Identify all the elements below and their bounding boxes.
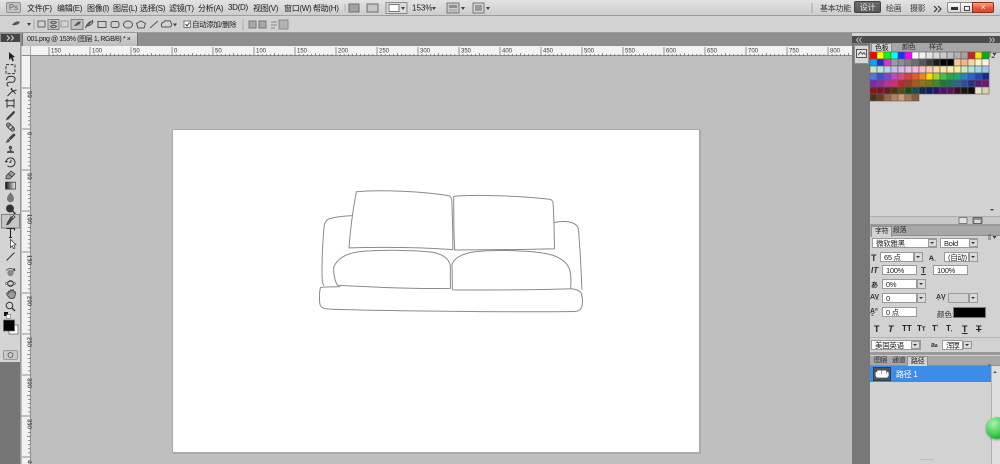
svg-text:550: 550: [625, 49, 636, 55]
svg-text:350: 350: [461, 49, 472, 55]
svg-text:400: 400: [26, 460, 32, 464]
svg-text:200: 200: [26, 296, 32, 307]
svg-text:450: 450: [543, 49, 554, 55]
svg-text:100: 100: [26, 214, 32, 225]
svg-text:250: 250: [26, 337, 32, 348]
svg-text:800: 800: [830, 49, 841, 55]
svg-text:0: 0: [26, 132, 32, 136]
svg-text:300: 300: [26, 378, 32, 389]
svg-text:750: 750: [789, 49, 800, 55]
svg-text:50: 50: [133, 49, 140, 55]
svg-text:350: 350: [26, 419, 32, 430]
svg-text:300: 300: [420, 49, 431, 55]
svg-text:0: 0: [174, 49, 178, 55]
svg-text:650: 650: [707, 49, 718, 55]
svg-text:100: 100: [256, 49, 267, 55]
svg-text:100: 100: [92, 49, 103, 55]
svg-text:150: 150: [51, 49, 62, 55]
svg-text:150: 150: [297, 49, 308, 55]
svg-text:700: 700: [748, 49, 759, 55]
svg-text:250: 250: [379, 49, 390, 55]
svg-text:400: 400: [502, 49, 513, 55]
svg-text:600: 600: [666, 49, 677, 55]
svg-text:50: 50: [26, 173, 32, 180]
svg-text:500: 500: [584, 49, 595, 55]
svg-text:150: 150: [26, 255, 32, 266]
svg-text:200: 200: [338, 49, 349, 55]
svg-text:50: 50: [26, 91, 32, 98]
svg-text:50: 50: [215, 49, 222, 55]
